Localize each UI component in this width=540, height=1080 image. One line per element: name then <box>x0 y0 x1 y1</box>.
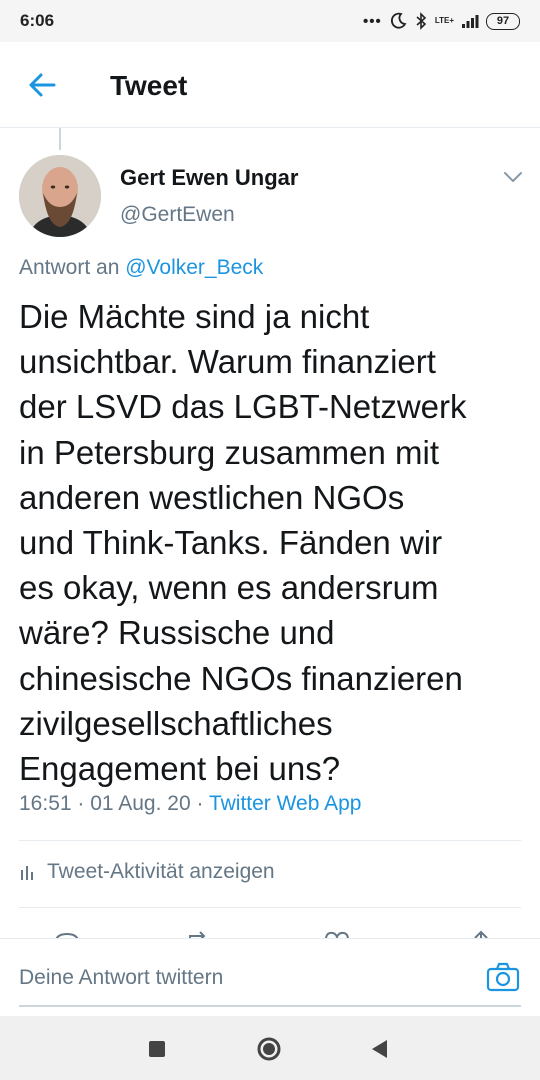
like-icon[interactable] <box>322 928 352 938</box>
author-name[interactable]: Gert Ewen Ungar <box>120 165 298 191</box>
battery-indicator: 97 <box>486 12 520 30</box>
back-nav-icon[interactable] <box>370 1039 388 1059</box>
reply-icon[interactable] <box>52 928 82 938</box>
chevron-down-icon[interactable] <box>502 168 524 186</box>
reply-mention-link[interactable]: @Volker_Beck <box>125 256 263 279</box>
status-icons: ••• LTE+ 97 <box>363 12 520 30</box>
reply-input[interactable]: Deine Antwort twittern <box>19 966 223 990</box>
tweet-timestamp: 16:51 · 01 Aug. 20 · <box>19 792 204 815</box>
bar-chart-icon <box>21 866 33 880</box>
tweet-text: Die Mächte sind ja nicht unsichtbar. War… <box>19 298 467 788</box>
divider <box>19 907 521 908</box>
bluetooth-icon <box>416 12 426 30</box>
tweet-activity-label: Tweet-Aktivität anzeigen <box>47 860 275 883</box>
tweet-meta: 16:51 · 01 Aug. 20 · Twitter Web App <box>19 792 361 816</box>
page-title: Tweet <box>110 70 188 101</box>
system-nav-bar <box>0 1016 540 1080</box>
reply-prefix: Antwort an <box>19 256 120 279</box>
avatar-image <box>19 155 101 237</box>
back-arrow-icon[interactable] <box>26 69 58 101</box>
retweet-icon[interactable] <box>184 928 214 938</box>
moon-icon <box>390 12 407 29</box>
reply-composer[interactable]: Deine Antwort twittern <box>0 938 540 1016</box>
tweet-activity-button[interactable]: Tweet-Aktivität anzeigen <box>19 860 275 884</box>
recents-icon[interactable] <box>148 1040 166 1058</box>
reply-input-underline <box>19 1005 521 1007</box>
reply-to-line: Antwort an @Volker_Beck <box>19 256 263 280</box>
camera-icon[interactable] <box>486 961 520 993</box>
tweet-source-link[interactable]: Twitter Web App <box>209 792 362 815</box>
status-time: 6:06 <box>20 11 55 30</box>
divider <box>19 840 521 841</box>
home-icon[interactable] <box>256 1036 282 1062</box>
avatar[interactable] <box>19 155 101 237</box>
signal-icon <box>462 15 479 28</box>
app-bar: Tweet <box>0 42 540 128</box>
network-type: LTE+ <box>434 16 454 25</box>
thread-line <box>59 128 61 150</box>
more-dots-icon: ••• <box>363 12 382 30</box>
tweet-actions <box>0 924 540 938</box>
author-handle[interactable]: @GertEwen <box>120 203 235 227</box>
status-bar: 6:06 ••• LTE+ 97 <box>0 0 540 42</box>
share-icon[interactable] <box>466 928 496 938</box>
